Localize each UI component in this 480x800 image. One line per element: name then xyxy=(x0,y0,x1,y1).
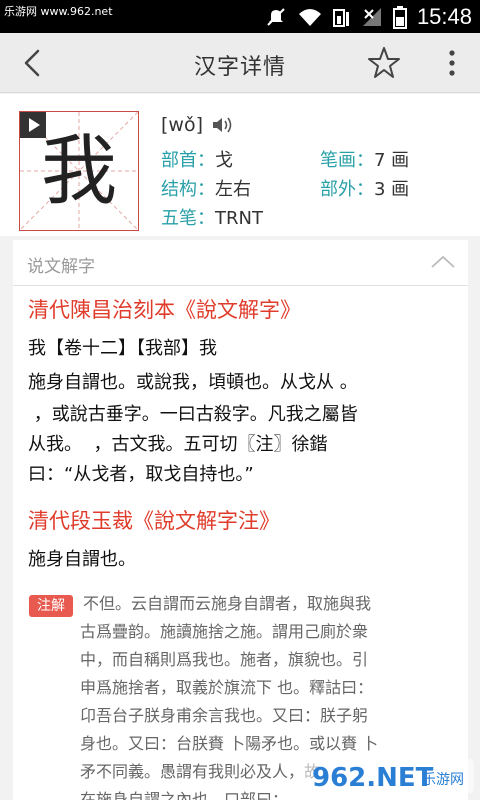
radical-value: 戈 xyxy=(215,150,233,171)
source1-line: 从我。 ，古文我。五可切〖注〗徐鍇 xyxy=(28,434,328,455)
status-bar: 乐游网 www.962.net 15:48 xyxy=(0,0,480,33)
note-line: 申爲施捨者，取義於旗流下 也。釋詁曰： xyxy=(80,678,374,697)
note-line: 矛不同義。愚謂有我則必及人，故 xyxy=(80,762,321,781)
character-header: 我 [wǒ] 部首：戈 笔画：7 画 结构：左右 部外：3 画 五笔：TRNT xyxy=(0,94,480,236)
play-stroke-animation-icon[interactable] xyxy=(20,112,46,138)
outer-strokes-value: 3 画 xyxy=(374,179,410,200)
app-bar: 汉字详情 xyxy=(0,33,480,93)
source1-title: 清代陳昌治刻本《說文解字》 xyxy=(28,298,301,322)
source1-line: ，或說古垂字。一曰古殺字。凡我之屬皆 xyxy=(28,404,358,425)
data-signal-icon xyxy=(332,8,349,27)
outer-strokes-label: 部外： xyxy=(320,179,374,200)
wifi-icon xyxy=(298,8,321,26)
note-line: 卬吾台子朕身甫余言我也。又曰：朕子躬 xyxy=(80,706,369,725)
pinyin-text: [wǒ] xyxy=(161,114,203,136)
mute-icon xyxy=(267,7,285,26)
strokes-value: 7 画 xyxy=(374,150,410,171)
source1-line: 曰：“从戈者，取戈自持也。” xyxy=(28,464,254,485)
svg-text:962.NET: 962.NET xyxy=(312,763,434,793)
info-outer-strokes: 部外：3 画 xyxy=(320,175,409,201)
note-line: 不但。云自謂而云施身自謂者，取施與我 xyxy=(83,594,372,613)
more-menu-icon[interactable] xyxy=(442,45,462,81)
chevron-up-icon[interactable] xyxy=(430,252,456,272)
character-grid-box: 我 xyxy=(19,111,139,231)
note-line: 古爲疊韵。施讀施捨之施。謂用己廁於衆 xyxy=(80,622,369,641)
note-line: 身也。又曰：台朕賚 卜陽矛也。或以賚 卜 xyxy=(80,734,379,753)
source1-line: 我【卷十二】【我部】我 xyxy=(28,338,217,359)
cell-signal-icon xyxy=(362,7,381,26)
site-watermark-logo: 962.NET 乐游网 xyxy=(304,758,474,794)
status-time: 15:48 xyxy=(416,3,472,29)
info-strokes: 笔画：7 画 xyxy=(320,146,409,172)
source2-line: 施身自謂也。 xyxy=(28,549,136,570)
source2-title: 清代段玉裁《說文解字注》 xyxy=(28,509,280,533)
structure-label: 结构： xyxy=(161,179,215,200)
wubi-value: TRNT xyxy=(215,208,263,229)
note-tag: 注解 xyxy=(29,595,73,617)
strokes-label: 笔画： xyxy=(320,150,374,171)
status-site-text: 乐游网 www.962.net xyxy=(4,5,113,18)
shuowen-card: 说文解字 清代陳昌治刻本《說文解字》 我【卷十二】【我部】我 施身自謂也。或說我… xyxy=(13,240,468,800)
battery-icon xyxy=(392,5,407,29)
structure-value: 左右 xyxy=(215,179,251,200)
shuowen-header-title: 说文解字 xyxy=(27,257,95,277)
info-radical: 部首：戈 xyxy=(161,146,233,172)
info-structure: 结构：左右 xyxy=(161,175,251,201)
wubi-label: 五笔： xyxy=(161,208,215,229)
source1-line: 施身自謂也。或說我，頃頓也。从戈从 。 xyxy=(28,372,358,393)
status-icons: 15:48 xyxy=(265,0,472,33)
page-title: 汉字详情 xyxy=(193,55,286,80)
note-line: 在施身自謂之內也。口部曰： xyxy=(80,790,289,800)
note-line: 中，而自稱則爲我也。施者，旗貌也。引 xyxy=(80,650,369,669)
speaker-icon[interactable] xyxy=(211,115,235,135)
shuowen-card-header[interactable]: 说文解字 xyxy=(13,240,468,286)
pinyin-row: [wǒ] xyxy=(161,114,235,136)
info-wubi: 五笔：TRNT xyxy=(161,204,263,230)
svg-text:乐游网: 乐游网 xyxy=(422,772,464,788)
favorite-star-icon[interactable] xyxy=(366,45,402,81)
radical-label: 部首： xyxy=(161,150,215,171)
